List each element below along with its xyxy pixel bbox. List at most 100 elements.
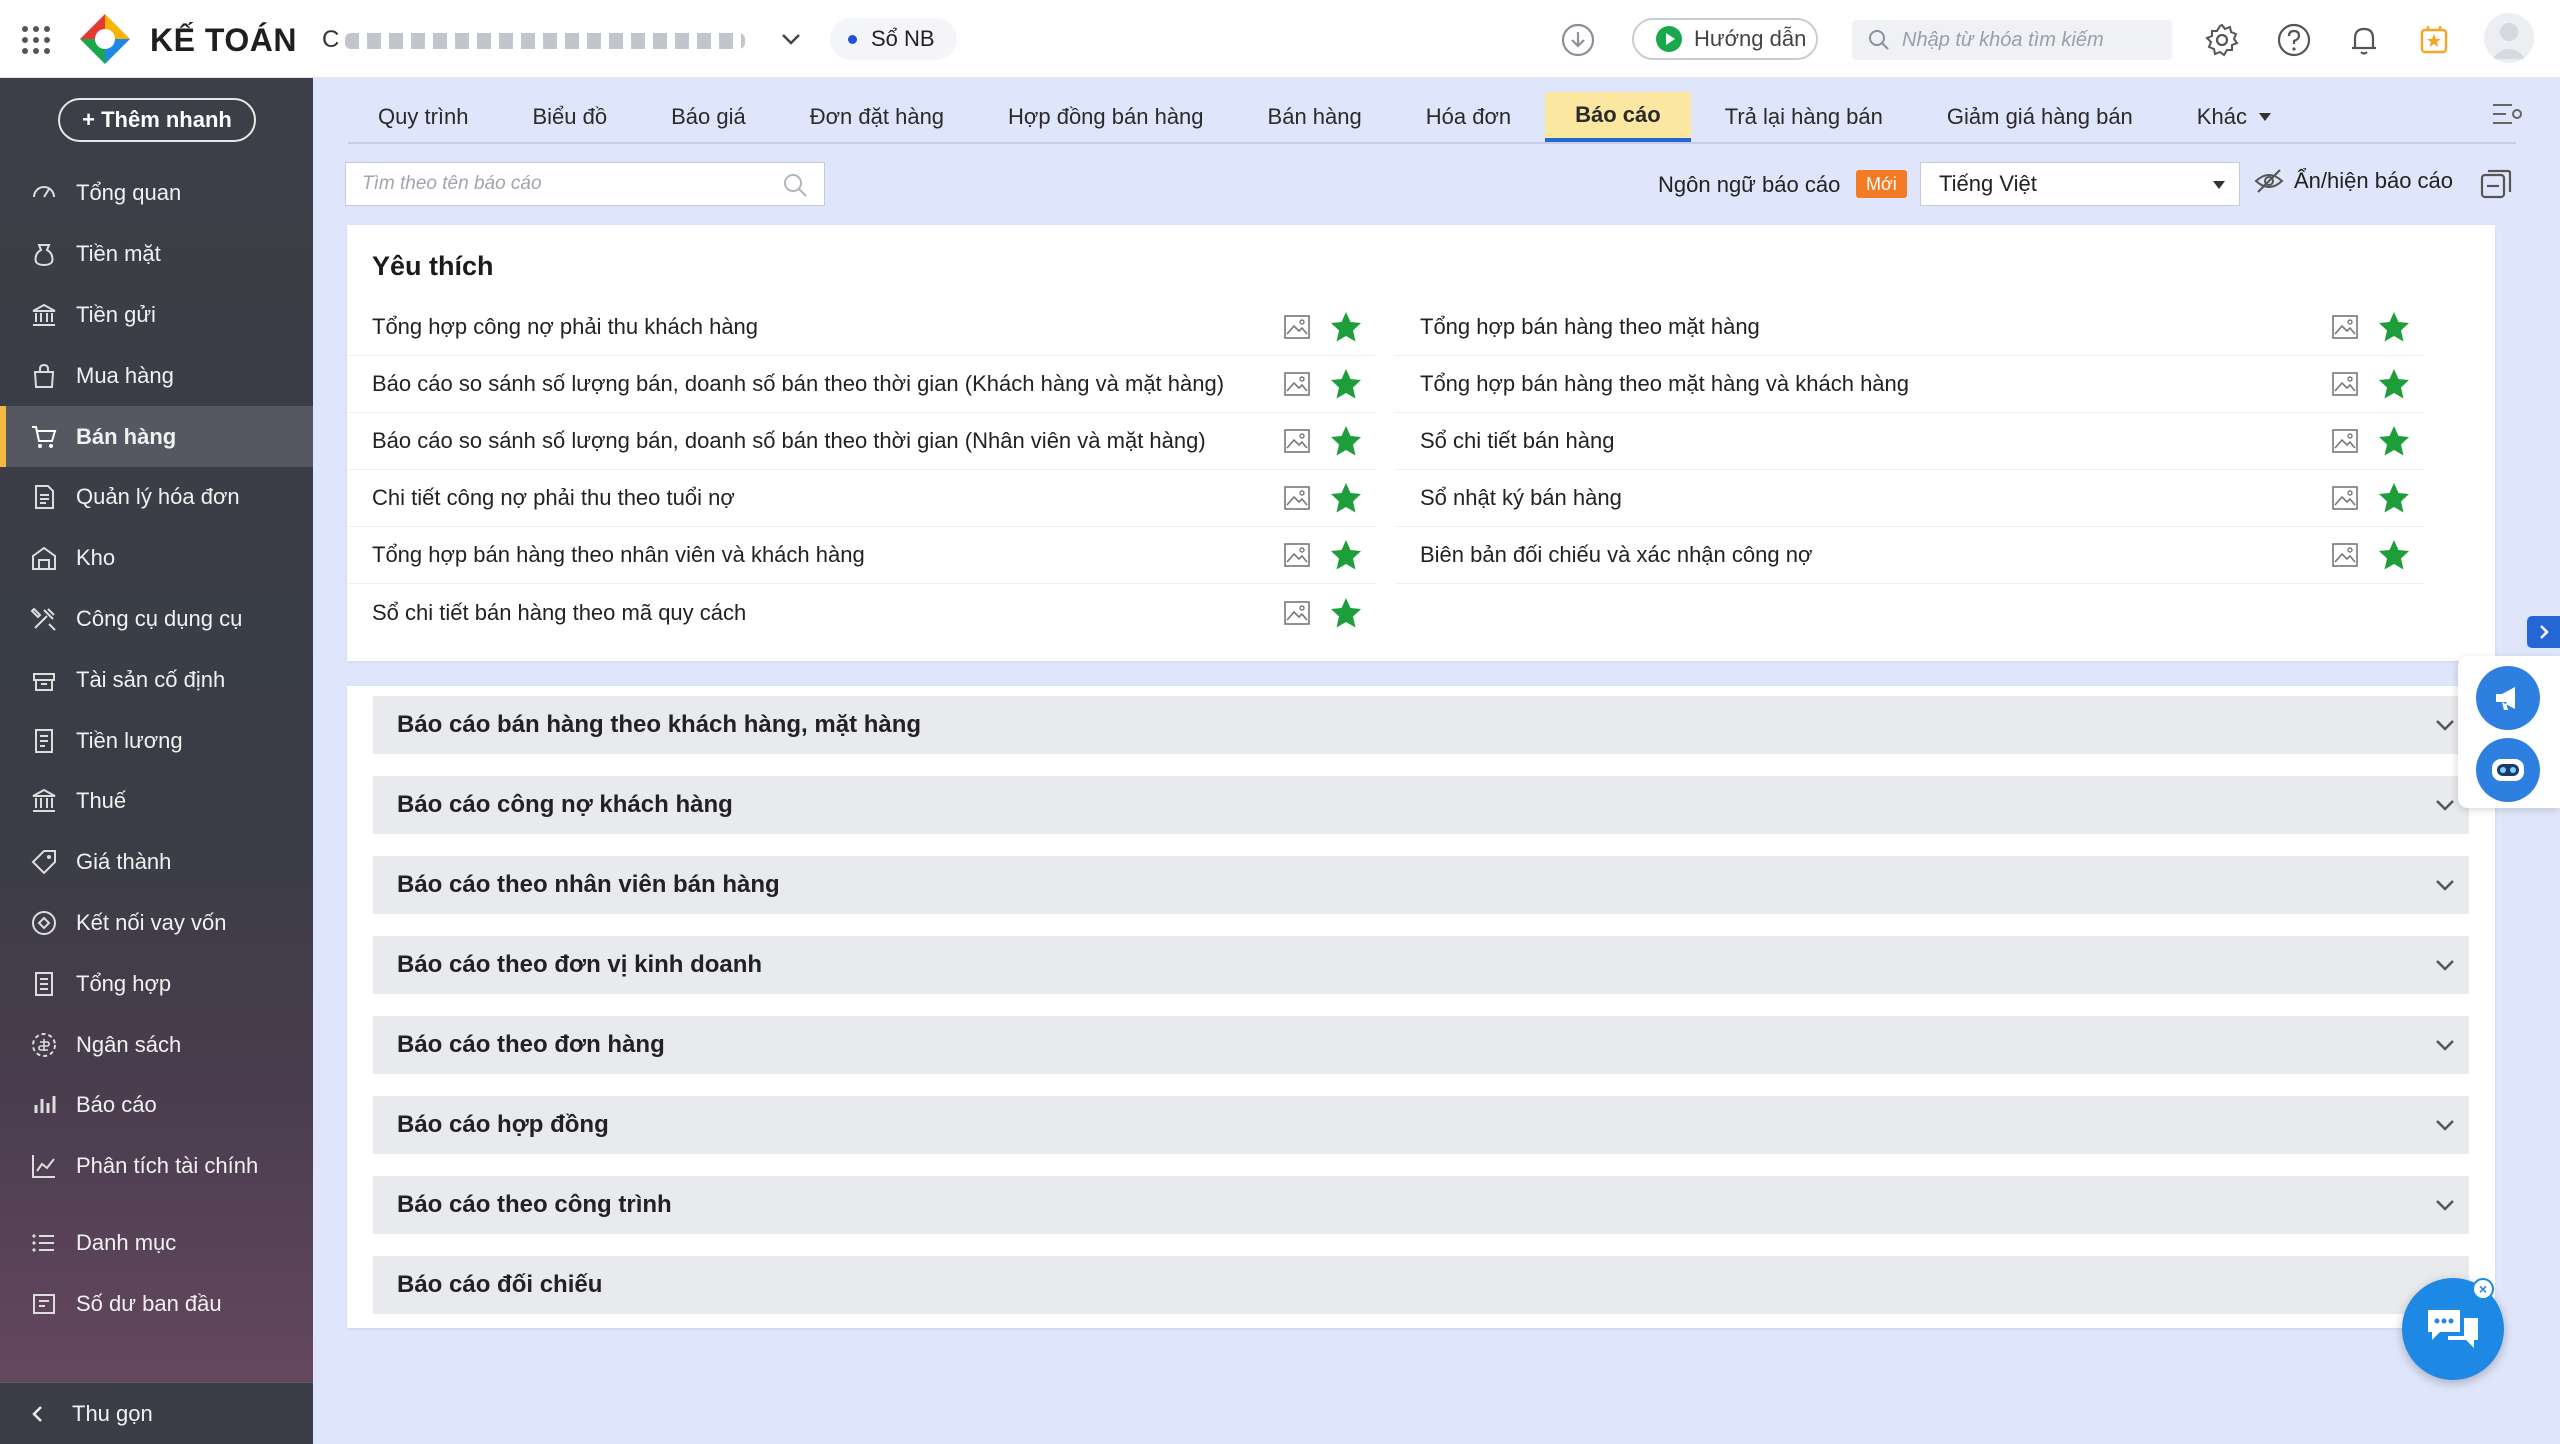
tab-quy-trinh[interactable]: Quy trình: [348, 92, 498, 142]
report-group[interactable]: Báo cáo công nợ khách hàng: [373, 776, 2469, 834]
tab-bao-cao[interactable]: Báo cáo: [1545, 92, 1691, 142]
sidebar-item-ban-hang[interactable]: Bán hàng: [0, 406, 313, 467]
report-group[interactable]: Báo cáo theo công trình: [373, 1176, 2469, 1234]
favorite-report-row[interactable]: Tổng hợp bán hàng theo mặt hàng và khách…: [1395, 356, 2425, 413]
apps-grid-icon[interactable]: [20, 24, 52, 56]
tab-ban-hang[interactable]: Bán hàng: [1238, 92, 1392, 142]
sidebar-item-tai-san-co-dinh[interactable]: Tài sản cố định: [0, 649, 313, 710]
quick-add-button[interactable]: + Thêm nhanh: [58, 98, 256, 142]
image-preview-icon[interactable]: [1283, 542, 1311, 568]
image-preview-icon[interactable]: [2331, 485, 2359, 511]
image-preview-icon[interactable]: [1283, 485, 1311, 511]
favorite-star-icon[interactable]: [2377, 481, 2411, 515]
report-group[interactable]: Báo cáo theo đơn hàng: [373, 1016, 2469, 1074]
favorite-star-icon[interactable]: [1329, 538, 1363, 572]
copy-icon[interactable]: [2478, 166, 2514, 202]
sidebar-item-so-du-ban-dau[interactable]: Số dư ban đầu: [0, 1273, 313, 1334]
sidebar-item-tien-gui[interactable]: Tiền gửi: [0, 285, 313, 346]
assistant-bot-button[interactable]: [2476, 738, 2540, 802]
tab-settings-icon[interactable]: [2490, 98, 2526, 130]
gear-icon[interactable]: [2204, 22, 2240, 58]
sidebar-item-danh-muc[interactable]: Danh mục: [0, 1213, 313, 1274]
favorite-report-row[interactable]: Sổ chi tiết bán hàng: [1395, 413, 2425, 470]
favorite-star-icon[interactable]: [2377, 424, 2411, 458]
sidebar-item-bao-cao[interactable]: Báo cáo: [0, 1075, 313, 1136]
tab-hoa-don[interactable]: Hóa đơn: [1396, 92, 1541, 142]
report-search-input[interactable]: Tìm theo tên báo cáo: [345, 162, 825, 206]
sidebar-item-phan-tich-tai-chinh[interactable]: Phân tích tài chính: [0, 1136, 313, 1197]
favorite-report-row[interactable]: Tổng hợp bán hàng theo mặt hàng: [1395, 299, 2425, 356]
report-group[interactable]: Báo cáo theo nhân viên bán hàng: [373, 856, 2469, 914]
favorite-star-icon[interactable]: [1329, 310, 1363, 344]
sidebar-item-label: Kho: [76, 545, 116, 571]
tab-bao-gia[interactable]: Báo giá: [641, 92, 776, 142]
tab-giam-gia-hang-ban[interactable]: Giảm giá hàng bán: [1917, 92, 2163, 142]
sidebar-item-cong-cu-dung-cu[interactable]: Công cụ dụng cụ: [0, 589, 313, 650]
sidebar-item-gia-thanh[interactable]: Giá thành: [0, 832, 313, 893]
sidebar-item-tong-hop[interactable]: Tổng hợp: [0, 953, 313, 1014]
favorite-star-icon[interactable]: [1329, 367, 1363, 401]
collapse-sidebar-button[interactable]: Thu gọn: [0, 1382, 313, 1444]
tab-tra-lai-hang-ban[interactable]: Trả lại hàng bán: [1695, 92, 1913, 142]
favorite-report-row[interactable]: Sổ chi tiết bán hàng theo mã quy cách: [347, 584, 1377, 641]
sidebar-item-ket-noi-vay-von[interactable]: Kết nối vay vốn: [0, 893, 313, 954]
image-preview-icon[interactable]: [2331, 314, 2359, 340]
sidebar-item-tong-quan[interactable]: Tổng quan: [0, 163, 313, 224]
favorite-report-row[interactable]: Chi tiết công nợ phải thu theo tuổi nợ: [347, 470, 1377, 527]
favorite-report-row[interactable]: Tổng hợp công nợ phải thu khách hàng: [347, 299, 1377, 356]
image-preview-icon[interactable]: [2331, 542, 2359, 568]
global-search-input[interactable]: Nhập từ khóa tìm kiếm: [1852, 20, 2172, 60]
expand-panel-button[interactable]: [2527, 616, 2560, 648]
report-group[interactable]: Báo cáo bán hàng theo khách hàng, mặt hà…: [373, 696, 2469, 754]
image-preview-icon[interactable]: [2331, 428, 2359, 454]
chevron-down-icon[interactable]: [778, 26, 804, 52]
favorite-report-name: Biên bản đối chiếu và xác nhận công nợ: [1420, 542, 1813, 567]
favorite-star-icon[interactable]: [1329, 481, 1363, 515]
sidebar-item-thue[interactable]: Thuế: [0, 771, 313, 832]
help-icon[interactable]: [2276, 22, 2312, 58]
toggle-reports-button[interactable]: Ẩn/hiện báo cáo: [2254, 168, 2453, 194]
image-preview-icon[interactable]: [1283, 314, 1311, 340]
promotion-icon[interactable]: [2416, 22, 2452, 58]
image-preview-icon[interactable]: [1283, 371, 1311, 397]
report-group[interactable]: Báo cáo hợp đồng: [373, 1096, 2469, 1154]
image-preview-icon[interactable]: [1283, 600, 1311, 626]
favorite-report-row[interactable]: Báo cáo so sánh số lượng bán, doanh số b…: [347, 356, 1377, 413]
avatar[interactable]: [2484, 13, 2534, 63]
favorite-report-name: Tổng hợp bán hàng theo nhân viên và khác…: [372, 542, 865, 567]
tab-bieu-do[interactable]: Biểu đồ: [502, 92, 637, 142]
sidebar-item-quan-ly-hoa-don[interactable]: Quản lý hóa đơn: [0, 467, 313, 528]
favorite-report-row[interactable]: Biên bản đối chiếu và xác nhận công nợ: [1395, 527, 2425, 584]
image-preview-icon[interactable]: [2331, 371, 2359, 397]
book-selector[interactable]: Sổ NB: [830, 18, 957, 60]
sidebar-item-tien-luong[interactable]: Tiền lương: [0, 710, 313, 771]
favorite-star-icon[interactable]: [1329, 596, 1363, 630]
sidebar-item-label: Số dư ban đầu: [76, 1290, 222, 1316]
company-name[interactable]: C: [322, 26, 762, 54]
report-language-select[interactable]: Tiếng Việt: [1920, 162, 2240, 206]
close-icon[interactable]: ×: [2472, 1278, 2494, 1300]
tab-khac[interactable]: Khác: [2167, 92, 2301, 142]
chevron-left-icon: [32, 1405, 42, 1422]
guide-button[interactable]: Hướng dẫn: [1632, 18, 1818, 60]
favorite-star-icon[interactable]: [1329, 424, 1363, 458]
sidebar-item-kho[interactable]: Kho: [0, 528, 313, 589]
favorite-report-row[interactable]: Tổng hợp bán hàng theo nhân viên và khác…: [347, 527, 1377, 584]
sidebar-item-ngan-sach[interactable]: Ngân sách: [0, 1014, 313, 1075]
sidebar-item-mua-hang[interactable]: Mua hàng: [0, 345, 313, 406]
announcement-button[interactable]: [2476, 666, 2540, 730]
report-group[interactable]: Báo cáo theo đơn vị kinh doanh: [373, 936, 2469, 994]
report-group[interactable]: Báo cáo đối chiếu: [373, 1256, 2469, 1314]
download-icon[interactable]: [1560, 22, 1596, 58]
tab-hop-dong-ban-hang[interactable]: Hợp đồng bán hàng: [978, 92, 1233, 142]
image-preview-icon[interactable]: [1283, 428, 1311, 454]
favorite-star-icon[interactable]: [2377, 538, 2411, 572]
favorite-report-row[interactable]: Sổ nhật ký bán hàng: [1395, 470, 2425, 527]
bell-icon[interactable]: [2346, 22, 2382, 58]
favorite-star-icon[interactable]: [2377, 367, 2411, 401]
favorite-report-row[interactable]: Báo cáo so sánh số lượng bán, doanh số b…: [347, 413, 1377, 470]
favorite-star-icon[interactable]: [2377, 310, 2411, 344]
report-language-label: Ngôn ngữ báo cáo: [1658, 172, 1841, 197]
sidebar-item-tien-mat[interactable]: Tiền mặt: [0, 224, 313, 285]
tab-don-dat-hang[interactable]: Đơn đặt hàng: [780, 92, 974, 142]
